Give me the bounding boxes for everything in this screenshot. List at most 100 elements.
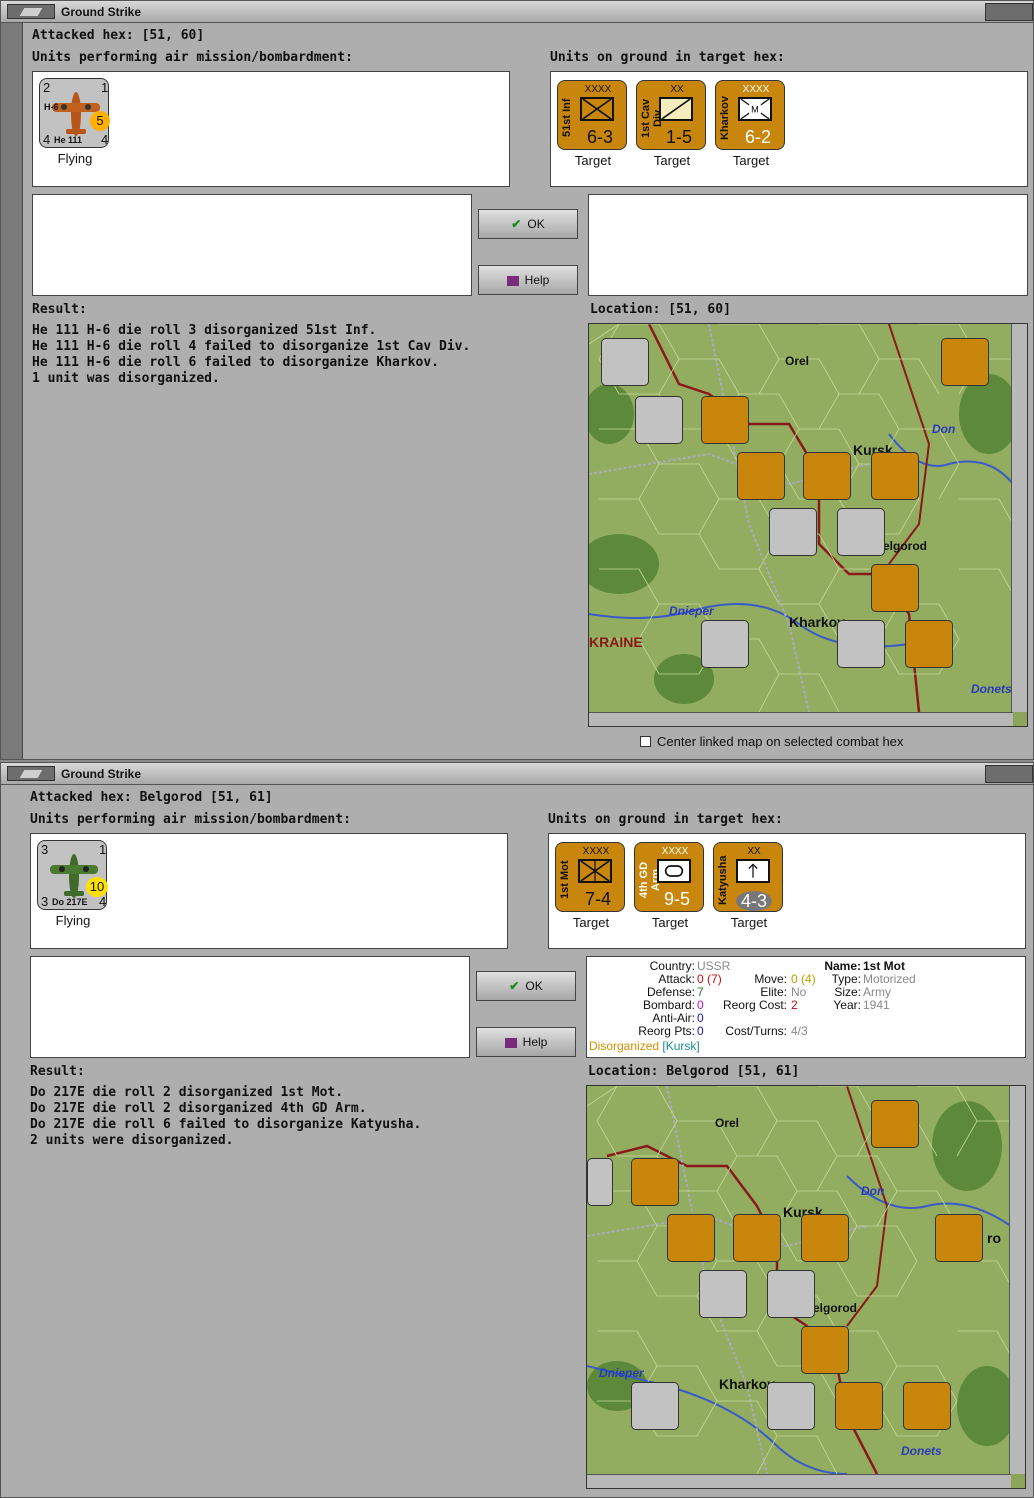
info-size: Army <box>863 985 891 999</box>
help-label: Help <box>524 273 550 287</box>
ground-unit-counter[interactable]: Kharkov XXXX M 6-2 Target <box>713 80 785 170</box>
air-unit-stat: 3 <box>41 894 49 909</box>
ground-strike-window-2: Ground Strike Attacked hex: Belgorod [51… <box>0 762 1034 1498</box>
map-counter[interactable] <box>835 1382 883 1430</box>
map-counter[interactable] <box>631 1158 679 1206</box>
map-counter[interactable] <box>635 396 683 444</box>
map-counter[interactable] <box>801 1326 849 1374</box>
title-bar[interactable]: Ground Strike <box>1 763 1033 785</box>
air-units-box: 2 1 H-6 4 4 He 111 5 Flying <box>32 71 510 187</box>
close-icon[interactable] <box>985 3 1033 21</box>
unit-stats: 6-2 <box>744 127 771 147</box>
air-units-label: Units performing air mission/bombardment… <box>30 812 351 827</box>
air-unit-stat: 2 <box>43 80 51 95</box>
attacked-hex-value: [51, 60] <box>141 28 205 43</box>
close-icon[interactable] <box>985 765 1033 783</box>
left-frame <box>1 23 23 759</box>
info-name: 1st Mot <box>863 959 905 973</box>
help-book-icon <box>504 1037 517 1048</box>
map-counter[interactable] <box>837 508 885 556</box>
map-city-label: ro <box>987 1230 1001 1246</box>
map-vertical-scrollbar[interactable] <box>1009 1086 1025 1474</box>
unit-status: Target <box>574 153 612 168</box>
map-counter[interactable] <box>767 1382 815 1430</box>
unit-status: Target <box>730 915 768 930</box>
ground-units-label: Units on ground in target hex: <box>550 50 785 65</box>
info-year-label: Year: <box>833 998 861 1012</box>
info-country: USSR <box>697 959 731 973</box>
unit-info-box: Country: USSR Attack: 0 (7) Defense: 7 B… <box>586 956 1026 1058</box>
map-horizontal-scrollbar[interactable] <box>587 1474 1011 1488</box>
result-line: He 111 H-6 die roll 6 failed to disorgan… <box>32 355 439 370</box>
map-counter[interactable] <box>701 620 749 668</box>
unit-counter-bg: 4th GD Arm XXXX 9-5 <box>634 842 704 912</box>
map-counter[interactable] <box>871 564 919 612</box>
info-attack-label: Attack: <box>658 972 695 986</box>
map-counter[interactable] <box>801 1214 849 1262</box>
air-unit-counter[interactable]: 3 1 3 4 Do 217E 10 Flying <box>35 840 108 930</box>
window-menu-icon[interactable] <box>7 4 55 19</box>
map-counter[interactable] <box>935 1214 983 1262</box>
result-line: Do 217E die roll 2 disorganized 4th GD A… <box>30 1101 367 1116</box>
location-value: Belgorod [51, 61] <box>666 1064 800 1079</box>
title-bar[interactable]: Ground Strike <box>1 1 1033 23</box>
air-unit-stat: 3 <box>41 842 49 857</box>
militia-symbol-icon: M <box>738 97 772 121</box>
center-map-checkbox[interactable] <box>640 736 651 747</box>
map-counter[interactable] <box>905 620 953 668</box>
map-counter[interactable] <box>701 396 749 444</box>
air-unit-stat: 1 <box>99 842 107 857</box>
linked-map[interactable]: Orel Kursk Don elgorod Dnieper Kharkov D… <box>586 1085 1026 1489</box>
unit-status: Target <box>572 915 610 930</box>
map-counter[interactable] <box>803 452 851 500</box>
unit-counter-bg: 2 1 H-6 4 4 He 111 5 <box>39 78 110 148</box>
map-counter[interactable] <box>871 1100 919 1148</box>
window-title: Ground Strike <box>61 767 142 781</box>
map-counter[interactable] <box>631 1382 679 1430</box>
map-counter[interactable] <box>699 1270 747 1318</box>
ground-unit-counter[interactable]: 1st Mot XXXX 7-4 Target <box>553 842 625 932</box>
map-counter[interactable] <box>733 1214 781 1262</box>
map-counter[interactable] <box>871 452 919 500</box>
window-title: Ground Strike <box>61 5 142 19</box>
ok-button[interactable]: ✔ OK <box>478 209 578 239</box>
map-counter[interactable] <box>587 1158 613 1206</box>
help-button[interactable]: Help <box>478 265 578 295</box>
ground-unit-counter[interactable]: 4th GD Arm XXXX 9-5 Target <box>632 842 704 932</box>
map-counter[interactable] <box>941 338 989 386</box>
map-counter[interactable] <box>903 1382 951 1430</box>
ground-unit-counter[interactable]: 51st Inf XXXX 6-3 Target <box>555 80 627 170</box>
ground-unit-counter[interactable]: 1st Cav Div XX 1-5 Target <box>634 80 706 170</box>
cavalry-symbol-icon <box>659 97 693 121</box>
map-river-label: Donets <box>971 682 1012 696</box>
air-unit-stat: 4 <box>43 132 51 147</box>
linked-map[interactable]: Orel Kursk Don elgorod Dnieper Kharkov K… <box>588 323 1028 727</box>
map-horizontal-scrollbar[interactable] <box>589 712 1013 726</box>
unit-counter-bg: 1st Cav Div XX 1-5 <box>636 80 706 150</box>
map-counter[interactable] <box>837 620 885 668</box>
map-counter[interactable] <box>737 452 785 500</box>
window-menu-icon[interactable] <box>7 766 55 781</box>
result-label: Result: <box>32 302 87 317</box>
air-unit-variant: H-6 <box>44 102 59 112</box>
unit-info-box <box>588 194 1028 296</box>
map-counter[interactable] <box>767 1270 815 1318</box>
info-costturns-label: Cost/Turns: <box>725 1024 787 1038</box>
unit-echelon: XXXX <box>742 84 770 95</box>
map-counter[interactable] <box>601 338 649 386</box>
air-unit-counter[interactable]: 2 1 H-6 4 4 He 111 5 Flying <box>37 78 110 168</box>
info-reorgcost-label: Reorg Cost: <box>722 998 787 1012</box>
range-badge: 5 <box>90 111 110 131</box>
location-label: Location: Belgorod [51, 61] <box>588 1064 800 1079</box>
info-type: Motorized <box>863 972 916 986</box>
unit-status: Target <box>653 153 691 168</box>
help-button[interactable]: Help <box>476 1027 576 1057</box>
map-vertical-scrollbar[interactable] <box>1011 324 1027 712</box>
ok-button[interactable]: ✔ OK <box>476 971 576 1001</box>
unit-stats: 6-3 <box>586 127 613 147</box>
map-counter[interactable] <box>769 508 817 556</box>
result-line: He 111 H-6 die roll 4 failed to disorgan… <box>32 339 471 354</box>
ground-unit-counter[interactable]: Katyusha XX 4-3 Target <box>711 842 783 932</box>
info-name-label: Name: <box>824 959 861 973</box>
map-counter[interactable] <box>667 1214 715 1262</box>
